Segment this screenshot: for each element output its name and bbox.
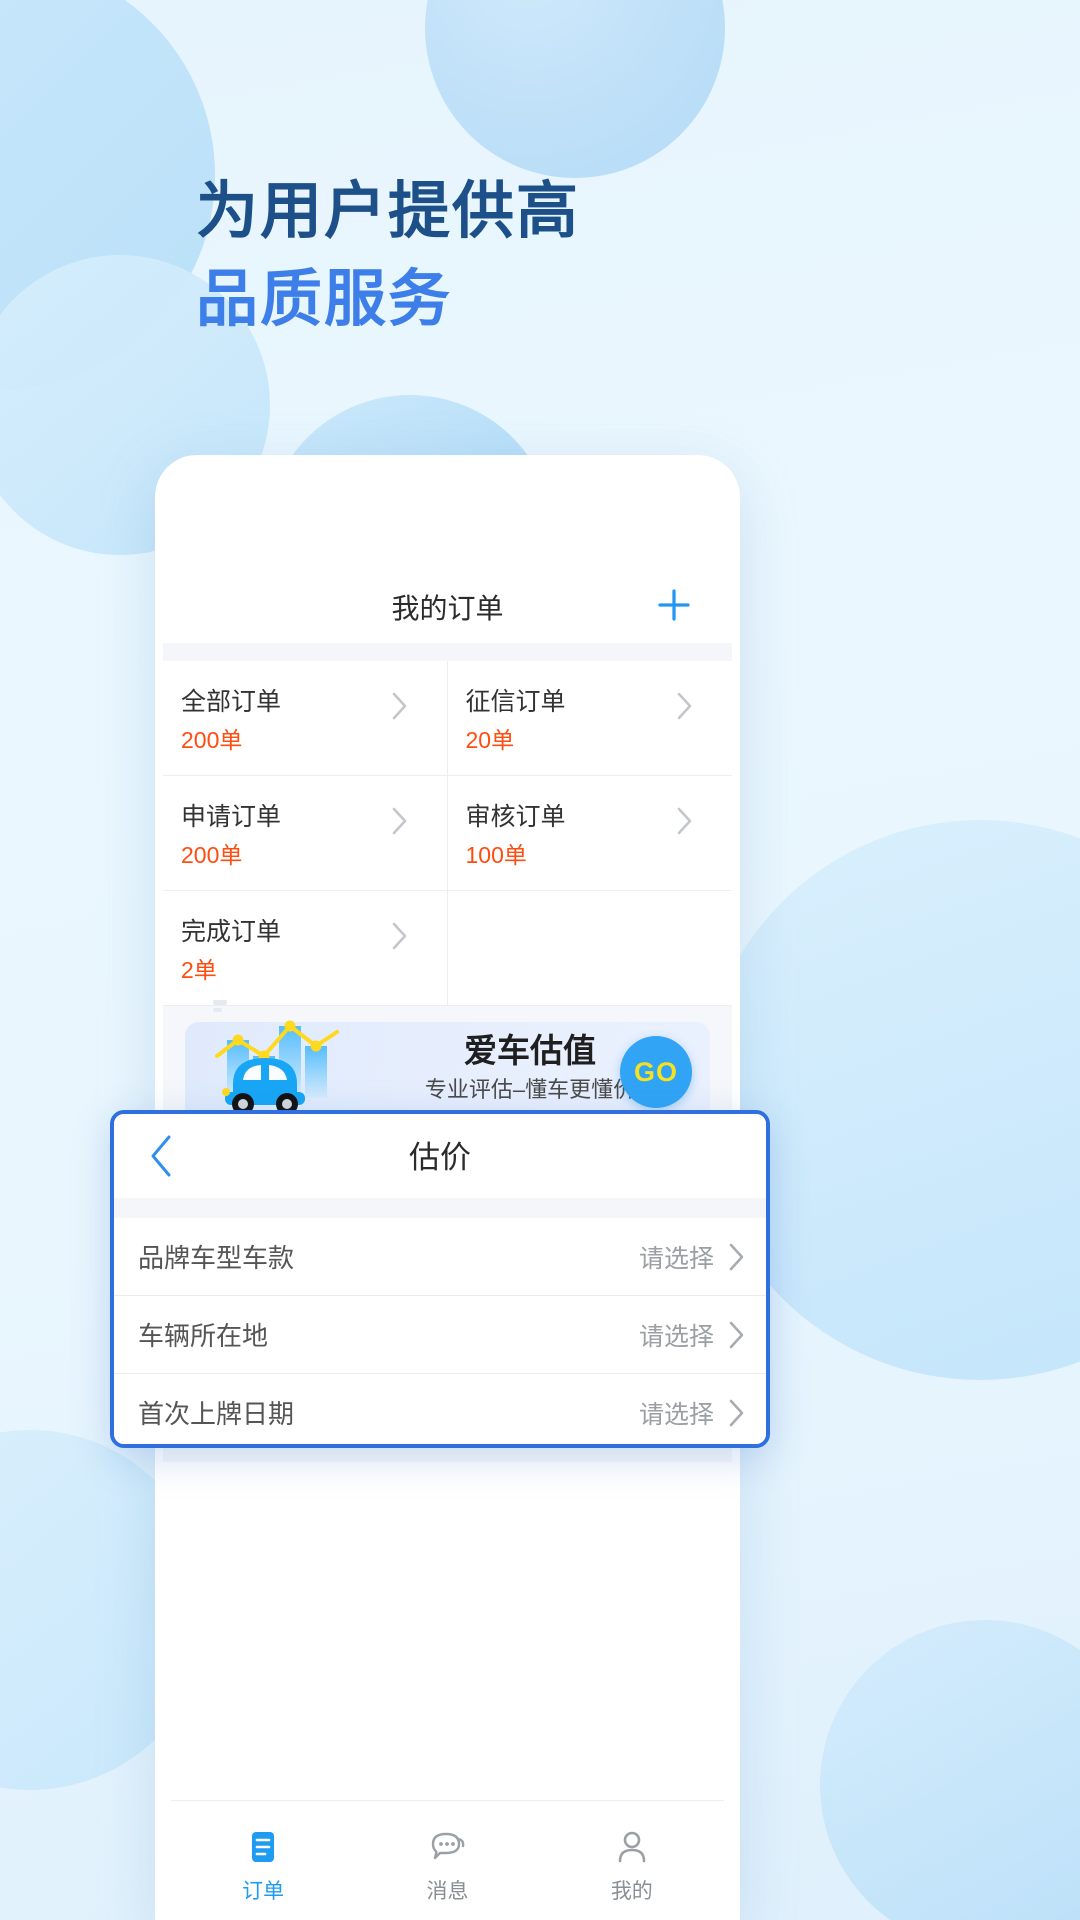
order-category-grid: 全部订单 200单 征信订单 20单 申请订单 200单 审核订单 100单 完… (163, 661, 732, 1006)
bottom-navigation: 订单 消息 我的 (171, 1800, 724, 1920)
add-order-button[interactable] (650, 581, 698, 629)
order-cell-empty (447, 891, 732, 1006)
order-cell-all[interactable]: 全部订单 200单 (163, 661, 448, 776)
go-button[interactable]: GO (620, 1036, 692, 1108)
order-cell-application[interactable]: 申请订单 200单 (163, 776, 448, 891)
nav-item-orders[interactable]: 订单 (171, 1801, 355, 1920)
popup-row-value: 请选择 (638, 1400, 714, 1429)
chevron-right-icon (392, 692, 406, 720)
decorative-circle-bottom-right (820, 1620, 1080, 1920)
popup-row-first-registration[interactable]: 首次上牌日期 请选择 (114, 1374, 766, 1444)
popup-divider (114, 1198, 766, 1218)
car-valuation-banner[interactable]: 爱车估值 专业评估–懂车更懂价 GO (185, 1000, 710, 1122)
order-cell-count: 20单 (465, 727, 515, 753)
nav-item-messages[interactable]: 消息 (355, 1801, 539, 1920)
nav-item-profile[interactable]: 我的 (540, 1801, 724, 1920)
order-cell-count: 2单 (181, 957, 217, 983)
chevron-right-icon (729, 1321, 744, 1348)
message-icon (427, 1825, 467, 1869)
estimate-price-popup: 估价 品牌车型车款 请选择 车辆所在地 请选择 首次上牌日期 请选择 (110, 1110, 770, 1448)
chevron-right-icon (677, 692, 692, 720)
nav-label: 消息 (426, 1879, 469, 1903)
chevron-right-icon (729, 1399, 744, 1426)
headline-line-1: 为用户提供高 (196, 177, 581, 246)
popup-row-value: 请选择 (638, 1322, 714, 1351)
car-chart-icon (213, 1000, 339, 1115)
chevron-right-icon (729, 1243, 744, 1270)
order-cell-count: 200单 (181, 727, 243, 753)
order-cell-count: 200单 (181, 842, 243, 868)
status-bar-spacer (163, 465, 732, 575)
page-title: 我的订单 (391, 593, 504, 624)
header-divider (163, 643, 732, 661)
popup-header: 估价 (114, 1114, 766, 1198)
order-page-header: 我的订单 (163, 575, 732, 643)
go-button-label: GO (633, 1056, 678, 1087)
popup-row-label: 车辆所在地 (138, 1321, 269, 1351)
order-cell-credit[interactable]: 征信订单 20单 (447, 661, 732, 776)
popup-row-value: 请选择 (638, 1244, 714, 1273)
headline-line-2: 品质服务 (196, 265, 453, 334)
promo-headline: 为用户提供高 品质服务 (196, 168, 836, 344)
decorative-circle-top-right (425, 0, 725, 178)
popup-row-brand-model[interactable]: 品牌车型车款 请选择 (114, 1218, 766, 1296)
popup-row-label: 首次上牌日期 (138, 1399, 295, 1429)
nav-label: 我的 (610, 1879, 653, 1903)
user-icon (613, 1825, 651, 1869)
popup-row-location[interactable]: 车辆所在地 请选择 (114, 1296, 766, 1374)
order-list-icon (244, 1825, 282, 1869)
plus-icon (658, 589, 690, 621)
popup-title: 估价 (409, 1140, 471, 1175)
order-cell-count: 100单 (465, 842, 527, 868)
chevron-right-icon (677, 807, 692, 835)
popup-row-label: 品牌车型车款 (138, 1243, 295, 1273)
order-cell-review[interactable]: 审核订单 100单 (447, 776, 732, 891)
chevron-right-icon (392, 922, 406, 950)
chevron-right-icon (392, 807, 406, 835)
nav-label: 订单 (242, 1879, 285, 1903)
